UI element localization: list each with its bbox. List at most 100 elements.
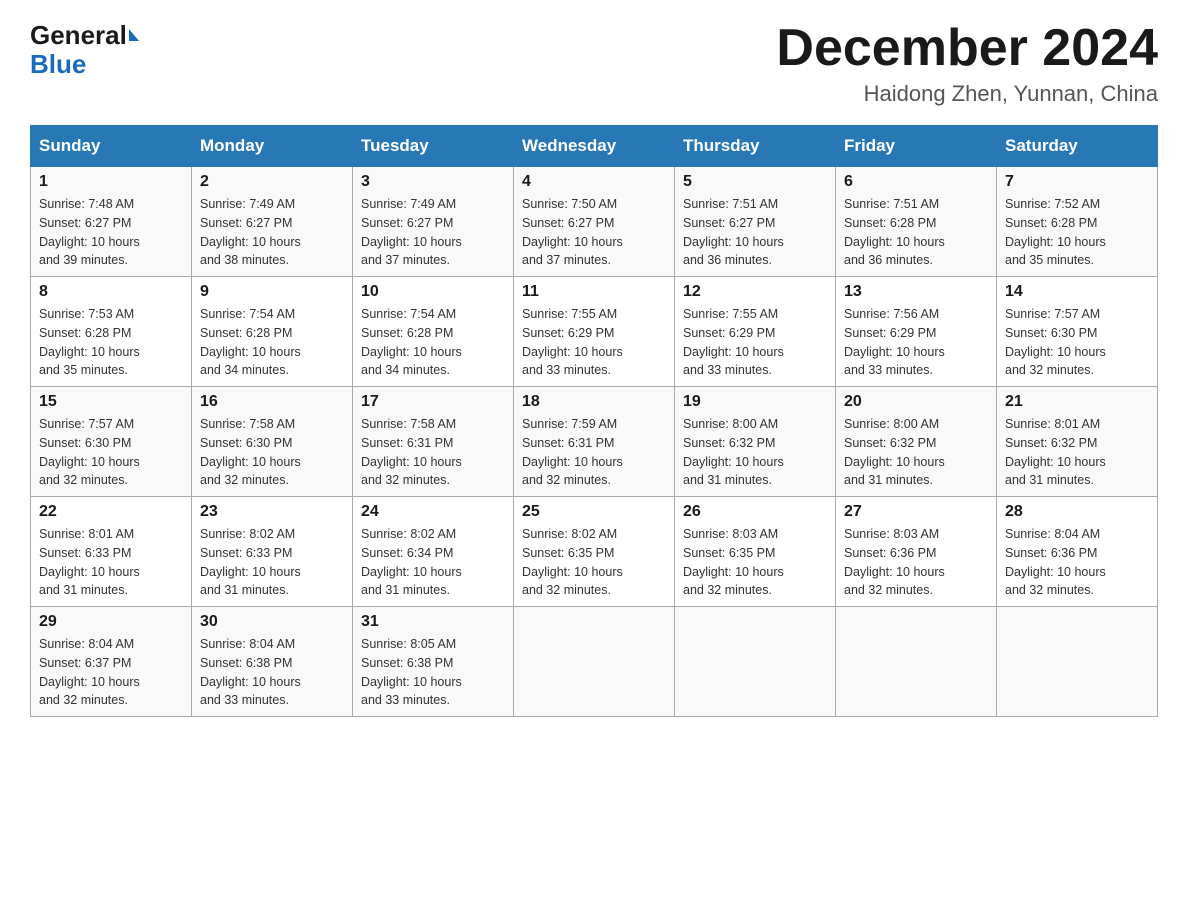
day-number: 20 (844, 393, 988, 411)
day-info: Sunrise: 7:57 AMSunset: 6:30 PMDaylight:… (1005, 305, 1149, 380)
calendar-day-cell: 25 Sunrise: 8:02 AMSunset: 6:35 PMDayligh… (514, 497, 675, 607)
calendar-day-cell: 13 Sunrise: 7:56 AMSunset: 6:29 PMDayligh… (836, 277, 997, 387)
day-info: Sunrise: 7:48 AMSunset: 6:27 PMDaylight:… (39, 195, 183, 270)
day-number: 15 (39, 393, 183, 411)
day-info: Sunrise: 8:04 AMSunset: 6:36 PMDaylight:… (1005, 525, 1149, 600)
day-info: Sunrise: 7:58 AMSunset: 6:30 PMDaylight:… (200, 415, 344, 490)
calendar-day-cell: 20 Sunrise: 8:00 AMSunset: 6:32 PMDayligh… (836, 387, 997, 497)
day-number: 9 (200, 283, 344, 301)
day-number: 26 (683, 503, 827, 521)
logo-general-text: General (30, 20, 127, 51)
calendar-day-cell (836, 607, 997, 717)
calendar-day-cell: 3Sunrise: 7:49 AMSunset: 6:27 PMDaylight… (353, 167, 514, 277)
day-number: 3 (361, 173, 505, 191)
day-number: 14 (1005, 283, 1149, 301)
day-info: Sunrise: 8:02 AMSunset: 6:35 PMDaylight:… (522, 525, 666, 600)
day-number: 13 (844, 283, 988, 301)
day-number: 12 (683, 283, 827, 301)
day-number: 6 (844, 173, 988, 191)
weekday-header-sunday: Sunday (31, 126, 192, 167)
calendar-day-cell: 6Sunrise: 7:51 AMSunset: 6:28 PMDaylight… (836, 167, 997, 277)
day-info: Sunrise: 7:59 AMSunset: 6:31 PMDaylight:… (522, 415, 666, 490)
calendar-week-row: 15 Sunrise: 7:57 AMSunset: 6:30 PMDayligh… (31, 387, 1158, 497)
day-info: Sunrise: 7:57 AMSunset: 6:30 PMDaylight:… (39, 415, 183, 490)
calendar-week-row: 8Sunrise: 7:53 AMSunset: 6:28 PMDaylight… (31, 277, 1158, 387)
day-number: 23 (200, 503, 344, 521)
day-info: Sunrise: 7:50 AMSunset: 6:27 PMDaylight:… (522, 195, 666, 270)
day-info: Sunrise: 8:00 AMSunset: 6:32 PMDaylight:… (844, 415, 988, 490)
day-number: 19 (683, 393, 827, 411)
calendar-day-cell: 26 Sunrise: 8:03 AMSunset: 6:35 PMDayligh… (675, 497, 836, 607)
month-title: December 2024 (776, 20, 1158, 77)
day-number: 10 (361, 283, 505, 301)
day-number: 16 (200, 393, 344, 411)
calendar-week-row: 29 Sunrise: 8:04 AMSunset: 6:37 PMDayligh… (31, 607, 1158, 717)
day-info: Sunrise: 8:02 AMSunset: 6:34 PMDaylight:… (361, 525, 505, 600)
calendar-day-cell: 1 Sunrise: 7:48 AMSunset: 6:27 PMDaylight… (31, 167, 192, 277)
day-number: 11 (522, 283, 666, 301)
day-info: Sunrise: 7:52 AMSunset: 6:28 PMDaylight:… (1005, 195, 1149, 270)
calendar-day-cell: 7 Sunrise: 7:52 AMSunset: 6:28 PMDaylight… (997, 167, 1158, 277)
day-info: Sunrise: 8:04 AMSunset: 6:37 PMDaylight:… (39, 635, 183, 710)
day-info: Sunrise: 8:00 AMSunset: 6:32 PMDaylight:… (683, 415, 827, 490)
day-info: Sunrise: 7:58 AMSunset: 6:31 PMDaylight:… (361, 415, 505, 490)
logo-blue-text: Blue (30, 49, 86, 79)
calendar-day-cell: 10 Sunrise: 7:54 AMSunset: 6:28 PMDayligh… (353, 277, 514, 387)
day-number: 24 (361, 503, 505, 521)
day-info: Sunrise: 7:56 AMSunset: 6:29 PMDaylight:… (844, 305, 988, 380)
day-info: Sunrise: 8:04 AMSunset: 6:38 PMDaylight:… (200, 635, 344, 710)
day-number: 29 (39, 613, 183, 631)
day-number: 31 (361, 613, 505, 631)
day-number: 5 (683, 173, 827, 191)
day-info: Sunrise: 8:02 AMSunset: 6:33 PMDaylight:… (200, 525, 344, 600)
calendar-day-cell: 24 Sunrise: 8:02 AMSunset: 6:34 PMDayligh… (353, 497, 514, 607)
day-info: Sunrise: 7:55 AMSunset: 6:29 PMDaylight:… (683, 305, 827, 380)
calendar-day-cell: 19 Sunrise: 8:00 AMSunset: 6:32 PMDayligh… (675, 387, 836, 497)
day-info: Sunrise: 7:54 AMSunset: 6:28 PMDaylight:… (200, 305, 344, 380)
day-info: Sunrise: 7:54 AMSunset: 6:28 PMDaylight:… (361, 305, 505, 380)
calendar-day-cell: 11 Sunrise: 7:55 AMSunset: 6:29 PMDayligh… (514, 277, 675, 387)
weekday-header-wednesday: Wednesday (514, 126, 675, 167)
calendar-day-cell: 30Sunrise: 8:04 AMSunset: 6:38 PMDayligh… (192, 607, 353, 717)
day-number: 2 (200, 173, 344, 191)
day-number: 22 (39, 503, 183, 521)
day-number: 18 (522, 393, 666, 411)
calendar-day-cell (675, 607, 836, 717)
calendar-week-row: 22Sunrise: 8:01 AMSunset: 6:33 PMDayligh… (31, 497, 1158, 607)
calendar-week-row: 1 Sunrise: 7:48 AMSunset: 6:27 PMDaylight… (31, 167, 1158, 277)
calendar-day-cell: 9 Sunrise: 7:54 AMSunset: 6:28 PMDaylight… (192, 277, 353, 387)
weekday-header-tuesday: Tuesday (353, 126, 514, 167)
day-info: Sunrise: 7:49 AMSunset: 6:27 PMDaylight:… (200, 195, 344, 270)
day-number: 28 (1005, 503, 1149, 521)
day-number: 17 (361, 393, 505, 411)
day-info: Sunrise: 7:55 AMSunset: 6:29 PMDaylight:… (522, 305, 666, 380)
calendar-day-cell: 2 Sunrise: 7:49 AMSunset: 6:27 PMDaylight… (192, 167, 353, 277)
day-number: 8 (39, 283, 183, 301)
weekday-header-monday: Monday (192, 126, 353, 167)
calendar-day-cell: 5 Sunrise: 7:51 AMSunset: 6:27 PMDaylight… (675, 167, 836, 277)
weekday-header-friday: Friday (836, 126, 997, 167)
calendar-day-cell: 27Sunrise: 8:03 AMSunset: 6:36 PMDayligh… (836, 497, 997, 607)
logo-triangle-icon (129, 29, 139, 41)
day-number: 7 (1005, 173, 1149, 191)
day-info: Sunrise: 7:51 AMSunset: 6:27 PMDaylight:… (683, 195, 827, 270)
calendar-day-cell (514, 607, 675, 717)
weekday-header-row: SundayMondayTuesdayWednesdayThursdayFrid… (31, 126, 1158, 167)
calendar-day-cell: 4Sunrise: 7:50 AMSunset: 6:27 PMDaylight… (514, 167, 675, 277)
calendar-day-cell: 15 Sunrise: 7:57 AMSunset: 6:30 PMDayligh… (31, 387, 192, 497)
calendar-day-cell: 12 Sunrise: 7:55 AMSunset: 6:29 PMDayligh… (675, 277, 836, 387)
day-info: Sunrise: 8:05 AMSunset: 6:38 PMDaylight:… (361, 635, 505, 710)
day-number: 21 (1005, 393, 1149, 411)
calendar-day-cell: 14 Sunrise: 7:57 AMSunset: 6:30 PMDayligh… (997, 277, 1158, 387)
day-number: 1 (39, 173, 183, 191)
calendar-day-cell: 21 Sunrise: 8:01 AMSunset: 6:32 PMDayligh… (997, 387, 1158, 497)
logo: General Blue (30, 20, 139, 80)
location-title: Haidong Zhen, Yunnan, China (776, 81, 1158, 107)
title-area: December 2024 Haidong Zhen, Yunnan, Chin… (776, 20, 1158, 107)
day-number: 27 (844, 503, 988, 521)
day-info: Sunrise: 8:03 AMSunset: 6:35 PMDaylight:… (683, 525, 827, 600)
day-number: 25 (522, 503, 666, 521)
calendar-day-cell: 31 Sunrise: 8:05 AMSunset: 6:38 PMDayligh… (353, 607, 514, 717)
day-info: Sunrise: 8:01 AMSunset: 6:32 PMDaylight:… (1005, 415, 1149, 490)
calendar-day-cell: 8Sunrise: 7:53 AMSunset: 6:28 PMDaylight… (31, 277, 192, 387)
